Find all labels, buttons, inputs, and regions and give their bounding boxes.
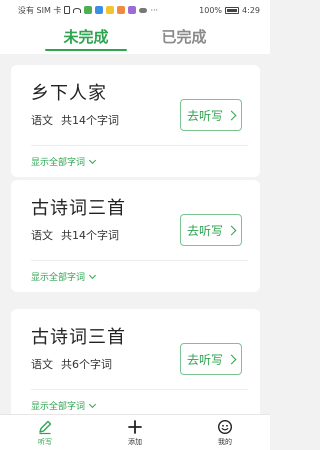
chevron-down-icon (88, 156, 97, 164)
status-right: 100% 4:29 (199, 6, 260, 15)
chevron-right-icon (226, 354, 237, 364)
show-all-label: 显示全部字词 (31, 158, 86, 168)
dictate-button-label: 去听写 (186, 108, 223, 123)
status-left: 没有 SIM 卡 ··· (18, 5, 158, 16)
clock-time: 4:29 (242, 5, 260, 15)
dictate-button-label: 去听写 (186, 223, 223, 238)
pencil-icon (39, 420, 52, 435)
dictate-button[interactable]: 去听写 (180, 343, 242, 375)
chevron-right-icon (226, 225, 237, 235)
tab-active-indicator (45, 49, 127, 51)
lesson-subject: 语文 (31, 229, 53, 242)
card-divider (31, 389, 248, 390)
lesson-title: 古诗词三首 (31, 198, 126, 219)
lesson-meta: 语文 共6个字词 (31, 356, 112, 372)
lesson-title: 乡下人家 (31, 83, 107, 104)
chevron-right-icon (226, 110, 237, 120)
show-all-label: 显示全部字词 (31, 273, 86, 283)
lesson-title: 古诗词三首 (31, 327, 126, 348)
chevron-down-icon (88, 271, 97, 279)
tab-completed-label: 已完成 (161, 28, 207, 46)
app-icon-purple (128, 6, 137, 14)
battery-percent: 100% (199, 5, 223, 15)
carrier-text: 没有 SIM 卡 (18, 5, 62, 15)
lesson-subject: 语文 (31, 358, 53, 371)
nav-dictation-label: 听写 (38, 438, 52, 446)
bottom-nav: 听写 添加 我的 (0, 414, 270, 450)
show-all-label: 显示全部字词 (31, 402, 86, 412)
wifi-icon (73, 7, 82, 13)
lesson-word-count: 共14个字词 (61, 114, 119, 127)
lesson-meta: 语文 共14个字词 (31, 112, 119, 128)
tab-incomplete[interactable]: 未完成 (37, 20, 135, 54)
nav-profile-label: 我的 (218, 438, 232, 446)
status-bar: 没有 SIM 卡 ··· 100% 4:29 (0, 0, 270, 20)
lesson-card[interactable]: 乡下人家 语文 共14个字词 去听写 显示全部字词 (11, 65, 260, 177)
lesson-word-count: 共14个字词 (61, 229, 119, 242)
show-all-words-toggle[interactable]: 显示全部字词 (31, 270, 97, 283)
cloud-icon (139, 7, 148, 13)
card-divider (31, 145, 248, 146)
battery-icon (225, 6, 240, 14)
app-icon-yellow (106, 6, 115, 14)
tab-bar: 未完成 已完成 (0, 20, 270, 54)
show-all-words-toggle[interactable]: 显示全部字词 (31, 155, 97, 168)
plus-icon (128, 420, 142, 434)
app-icon-orange (117, 6, 126, 14)
dictate-button[interactable]: 去听写 (180, 214, 242, 246)
nav-dictation[interactable]: 听写 (0, 415, 90, 450)
app-icon-green (84, 6, 93, 14)
smiley-icon (217, 419, 233, 435)
card-divider (31, 260, 248, 261)
dictate-button[interactable]: 去听写 (180, 99, 242, 131)
lesson-subject: 语文 (31, 114, 53, 127)
chevron-down-icon (88, 400, 97, 408)
lesson-card[interactable]: 古诗词三首 语文 共14个字词 去听写 显示全部字词 (11, 180, 260, 292)
tab-completed[interactable]: 已完成 (135, 20, 233, 54)
sim-icon (64, 6, 71, 14)
show-all-words-toggle[interactable]: 显示全部字词 (31, 399, 97, 412)
lesson-card[interactable]: 古诗词三首 语文 共6个字词 去听写 显示全部字词 (11, 309, 260, 421)
nav-add-label: 添加 (128, 438, 142, 446)
nav-profile[interactable]: 我的 (180, 415, 270, 450)
lesson-meta: 语文 共14个字词 (31, 227, 119, 243)
nav-add[interactable]: 添加 (90, 415, 180, 450)
app-icon-blue (95, 6, 104, 14)
lesson-word-count: 共6个字词 (61, 358, 112, 371)
more-dots-icon: ··· (150, 5, 159, 15)
tab-incomplete-label: 未完成 (63, 28, 109, 46)
dictate-button-label: 去听写 (186, 352, 223, 367)
